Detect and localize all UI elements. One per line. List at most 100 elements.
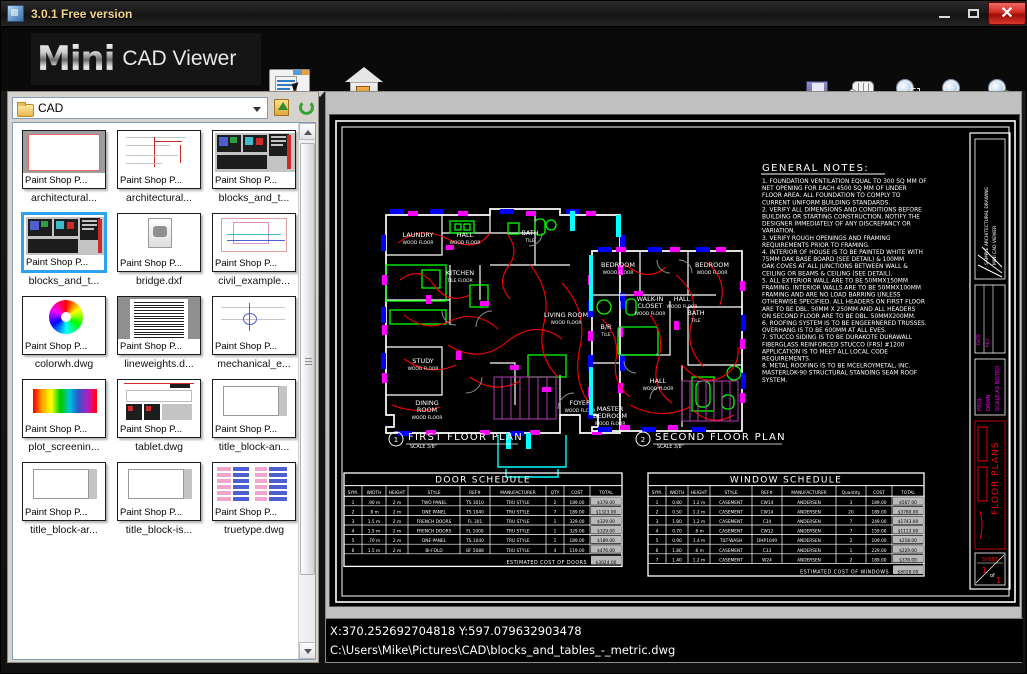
file-thumbnail[interactable]: Paint Shop P... [117, 213, 201, 272]
schedule-cell: TWO PANEL [420, 500, 447, 506]
file-tile[interactable]: Paint Shop P... blocks_and_t... [212, 130, 296, 204]
svg-text:WOOD FLOOR: WOOD FLOOR [408, 366, 439, 372]
close-icon: ✕ [1000, 4, 1014, 22]
schedule-cell: 329.00 [569, 519, 584, 525]
file-tile[interactable]: Paint Shop P... tablet.dwg [117, 379, 201, 453]
general-note-line: DESIGNER IMMEDIATELY OF ANY DISCREPANCY … [762, 222, 911, 228]
file-list[interactable]: Paint Shop P... architectural... Paint Sho… [12, 122, 316, 660]
svg-text:REV: REV [985, 338, 990, 347]
schedule-column-header: COST [873, 490, 885, 496]
schedule-cell: 189.00 [569, 500, 584, 506]
schedule-column-header: HEIGHT [389, 490, 406, 496]
file-thumbnail[interactable]: Paint Shop P... [212, 296, 296, 355]
window-title: 3.0.1 Free version [31, 6, 133, 21]
file-tile[interactable]: Paint Shop P... civil_example... [212, 213, 296, 287]
chevron-down-icon[interactable] [252, 107, 261, 112]
file-tile[interactable]: Paint Shop P... bridge.dxf [117, 213, 201, 287]
plan1-scale: SCALE 3/8" [410, 444, 437, 450]
file-thumbnail[interactable]: Paint Shop P... [212, 213, 296, 272]
file-thumbnail[interactable]: Paint Shop P... [22, 379, 106, 438]
thumbnail-caption: Paint Shop P... [118, 256, 200, 271]
schedule-cell: FL 301 [468, 519, 483, 525]
schedule-cell: $1113.00 [898, 529, 919, 535]
file-list-scrollbar[interactable] [298, 123, 315, 659]
schedule-cell: 119.00 [569, 548, 584, 554]
schedule-cell: $329.00 [597, 519, 615, 525]
file-thumbnail[interactable]: Paint Shop P... [22, 130, 106, 189]
folder-path-dropdown[interactable]: CAD [12, 97, 268, 119]
plan1-label: FIRST FLOOR PLAN [408, 432, 523, 443]
cad-canvas[interactable]: LAUNDRY WOOD FLOOR HALL WOOD FLOOR BATH TIL… [329, 114, 1020, 607]
general-note-line: 3. VERIFY ROUGH OPENINGS AND FRAMING [762, 236, 891, 242]
thumbnail-caption: Paint Shop P... [213, 505, 295, 520]
schedule-cell: 1.80 [672, 548, 682, 554]
cad-viewport-panel: LAUNDRY WOOD FLOOR HALL WOOD FLOOR BATH TIL… [325, 91, 1023, 663]
file-tile[interactable]: Paint Shop P... architectural... [117, 130, 201, 204]
maximize-button[interactable] [959, 2, 988, 24]
file-thumbnail[interactable]: Paint Shop P... [22, 462, 106, 521]
close-button[interactable]: ✕ [988, 2, 1026, 25]
svg-text:WOOD FLOOR: WOOD FLOOR [403, 240, 434, 246]
file-name-label: civil_example... [218, 275, 290, 287]
file-thumbnail[interactable]: Paint Shop P... [212, 130, 296, 189]
file-tile[interactable]: Paint Shop P... title_block-ar... [22, 462, 106, 536]
schedule-cell: TRU STYLE [505, 509, 529, 515]
file-tile[interactable]: Paint Shop P... colorwh.dwg [22, 296, 106, 370]
file-thumbnail[interactable]: Paint Shop P... [22, 296, 106, 355]
file-thumbnail[interactable]: Paint Shop P... [22, 213, 106, 272]
file-tile[interactable]: Paint Shop P... mechanical_e... [212, 296, 296, 370]
schedule-column-header: MANUFACTURER [500, 490, 535, 496]
schedule-cell: 1.40 [672, 557, 682, 563]
general-note-line: NET OPENING FOR EACH 4500 SQ MM OF UNDER [762, 186, 907, 192]
file-tile[interactable]: Paint Shop P... plot_screenin... [22, 379, 106, 453]
file-tile[interactable]: Paint Shop P... title_block-is... [117, 462, 201, 536]
svg-text:DRWN: DRWN [986, 394, 992, 411]
svg-text:BEDROOM: BEDROOM [593, 412, 627, 420]
schedule-cell: C33 [763, 548, 772, 554]
svg-text:SAMPLE ARCHITECTURAL DRAWING: SAMPLE ARCHITECTURAL DRAWING [984, 187, 990, 265]
general-note-line: SYSTEM. [762, 378, 787, 384]
schedule-column-header: MANUFACTURER [791, 490, 826, 496]
schedule-cell: 1.2 m [693, 500, 705, 506]
folder-path-value: CAD [38, 101, 64, 115]
application-window: 3.0.1 Free version ✕ Mini CAD Viewer CAD… [0, 0, 1027, 674]
schedule-column-header: REF# [469, 490, 481, 496]
file-tile[interactable]: Paint Shop P... lineweights.d... [117, 296, 201, 370]
schedule-cell: .70 m [368, 538, 380, 544]
refresh-button[interactable] [297, 97, 316, 119]
scroll-up-button[interactable] [299, 123, 315, 140]
scroll-down-button[interactable] [299, 642, 315, 659]
schedule-cell: ANDERSEN [797, 500, 821, 506]
file-thumbnail[interactable]: Paint Shop P... [117, 379, 201, 438]
general-note-line: CURRENT UNIFORM BUILDING STANDARDS. [762, 200, 890, 206]
schedule-cell: $189.00 [597, 538, 615, 544]
file-thumbnail[interactable]: Paint Shop P... [212, 379, 296, 438]
schedule-cell: 1 [554, 538, 557, 544]
svg-text:HALL: HALL [457, 231, 474, 239]
file-thumbnail[interactable]: Paint Shop P... [117, 296, 201, 355]
schedule-cell: TRU STYLE [505, 519, 529, 525]
file-thumbnail[interactable]: Paint Shop P... [117, 130, 201, 189]
schedule-column-header: Quantity [842, 490, 861, 496]
schedule-title: DOOR SCHEDULE [435, 476, 531, 486]
file-tile[interactable]: Paint Shop P... title_block-an... [212, 379, 296, 453]
file-thumbnail[interactable]: Paint Shop P... [117, 462, 201, 521]
refresh-icon [298, 100, 314, 115]
svg-text:DATE: DATE [976, 334, 981, 345]
scrollbar-thumb[interactable] [300, 143, 315, 575]
schedule-cell: 1.5 m [368, 529, 380, 535]
file-thumbnail[interactable]: Paint Shop P... [212, 462, 296, 521]
up-folder-button[interactable] [273, 97, 292, 119]
file-name-label: title_block-an... [218, 441, 290, 453]
schedule-cell: 0.70 [672, 529, 682, 535]
schedule-cell: 329.00 [569, 529, 584, 535]
schedule-cell: 5 [352, 538, 355, 544]
file-tile[interactable]: Paint Shop P... architectural... [22, 130, 106, 204]
app-icon [7, 5, 24, 22]
schedule-cell: ANDERSEN [797, 529, 821, 535]
file-tile[interactable]: Paint Shop P... truetype.dwg [212, 462, 296, 536]
schedule-cell: ANDERSEN [797, 557, 821, 563]
minimize-button[interactable] [930, 2, 959, 24]
schedule-cell: 3 [850, 500, 853, 506]
file-tile[interactable]: Paint Shop P... blocks_and_t... [22, 213, 106, 287]
